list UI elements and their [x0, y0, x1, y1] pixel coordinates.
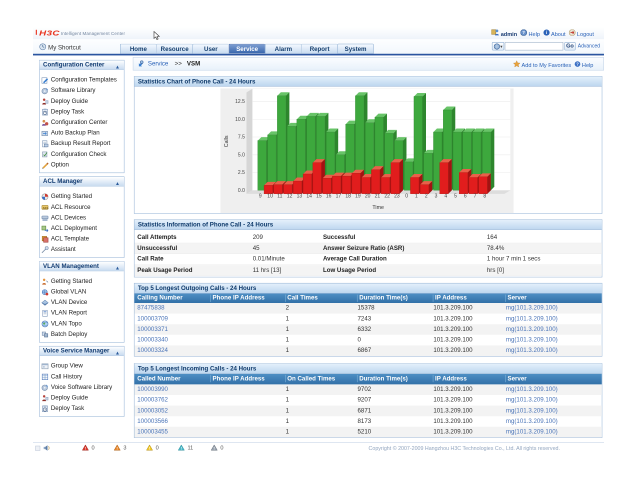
svg-text:ACL: ACL — [43, 206, 49, 210]
svg-text:0.0: 0.0 — [238, 188, 245, 194]
svg-text:5: 5 — [454, 194, 457, 200]
svg-text:14: 14 — [306, 194, 312, 200]
svg-text:!: ! — [181, 446, 182, 451]
svg-text:9: 9 — [259, 194, 262, 200]
svg-text:16: 16 — [326, 194, 332, 200]
svg-text:3: 3 — [435, 194, 438, 200]
svg-text:23: 23 — [394, 194, 400, 200]
svg-text:17: 17 — [336, 194, 342, 200]
svg-text:21: 21 — [375, 194, 381, 200]
svg-text:!: ! — [149, 446, 150, 451]
svg-text:10.0: 10.0 — [235, 117, 245, 123]
svg-text:!: ! — [85, 446, 86, 451]
svg-text:2.5: 2.5 — [238, 170, 245, 176]
svg-text:22: 22 — [384, 194, 390, 200]
svg-text:7: 7 — [474, 194, 477, 200]
svg-text:19: 19 — [355, 194, 361, 200]
svg-text:18: 18 — [345, 194, 351, 200]
svg-text:Time: Time — [372, 205, 384, 211]
svg-text:8: 8 — [483, 194, 486, 200]
svg-text:?: ? — [522, 30, 525, 35]
svg-text:?: ? — [576, 62, 579, 67]
svg-text:!: ! — [117, 446, 118, 451]
svg-text:1: 1 — [415, 194, 418, 200]
svg-text:12: 12 — [287, 194, 293, 200]
svg-text:5.0: 5.0 — [238, 152, 245, 158]
svg-text:2: 2 — [425, 194, 428, 200]
svg-text:Calls: Calls — [224, 135, 230, 147]
svg-text:15: 15 — [316, 194, 322, 200]
svg-text:13: 13 — [297, 194, 303, 200]
svg-text:11: 11 — [277, 194, 282, 200]
svg-text:!: ! — [214, 446, 215, 451]
svg-text:10: 10 — [267, 194, 273, 200]
svg-text:4: 4 — [444, 194, 447, 200]
svg-text:12.5: 12.5 — [235, 99, 245, 105]
svg-text:0: 0 — [405, 194, 408, 200]
svg-text:7.5: 7.5 — [238, 135, 245, 141]
svg-text:6: 6 — [464, 194, 467, 200]
svg-text:20: 20 — [365, 194, 371, 200]
